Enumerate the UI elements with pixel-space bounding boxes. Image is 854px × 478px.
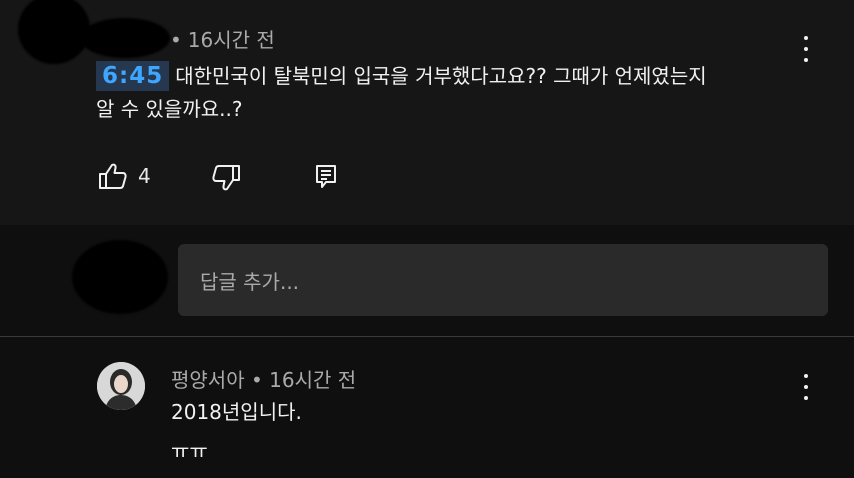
reply-meta: 평양서아 • 16시간 전 (171, 364, 356, 393)
comment-text-line2: 알 수 있을까요..? (96, 97, 243, 121)
like-button[interactable] (98, 162, 128, 190)
reply-more-icon[interactable] (794, 374, 818, 400)
comment-text-line1: 대한민국이 탈북민의 입국을 거부했다고요?? 그때가 언제였는지 (175, 64, 707, 88)
reply-input-placeholder: 답글 추가... (200, 269, 300, 294)
thumbs-down-icon (212, 165, 240, 191)
redacted-avatar (18, 0, 90, 64)
divider (0, 336, 854, 337)
reply-icon (316, 165, 336, 188)
meta-separator: • (170, 28, 182, 52)
dislike-button[interactable] (211, 164, 241, 192)
like-count: 4 (138, 164, 151, 188)
reply-author[interactable]: 평양서아 (171, 368, 245, 392)
thumbs-up-icon (99, 163, 127, 189)
redacted-author-name (80, 18, 170, 58)
reply-button[interactable] (314, 163, 338, 189)
comment-body: 6:45 대한민국이 탈북민의 입국을 거부했다고요?? 그때가 언제였는지 알 … (96, 60, 786, 126)
timestamp-link[interactable]: 6:45 (96, 61, 170, 91)
reply-text-line1: 2018년입니다. (171, 400, 302, 424)
comment-time[interactable]: 16시간 전 (188, 28, 275, 52)
reply-input[interactable]: 답글 추가... (178, 244, 828, 316)
reply-time[interactable]: 16시간 전 (269, 368, 356, 392)
avatar-image (97, 362, 145, 410)
meta-separator: • (250, 368, 263, 392)
redacted-user-avatar (72, 240, 168, 314)
comment-meta: • 16시간 전 (170, 24, 275, 53)
reply-text-line2: ㅠㅠ (171, 439, 208, 463)
comment-thread: • 16시간 전 6:45 대한민국이 탈북민의 입국을 거부했다고요?? 그때가 … (0, 0, 854, 225)
comment-more-icon[interactable] (794, 36, 818, 62)
avatar[interactable] (97, 362, 145, 410)
